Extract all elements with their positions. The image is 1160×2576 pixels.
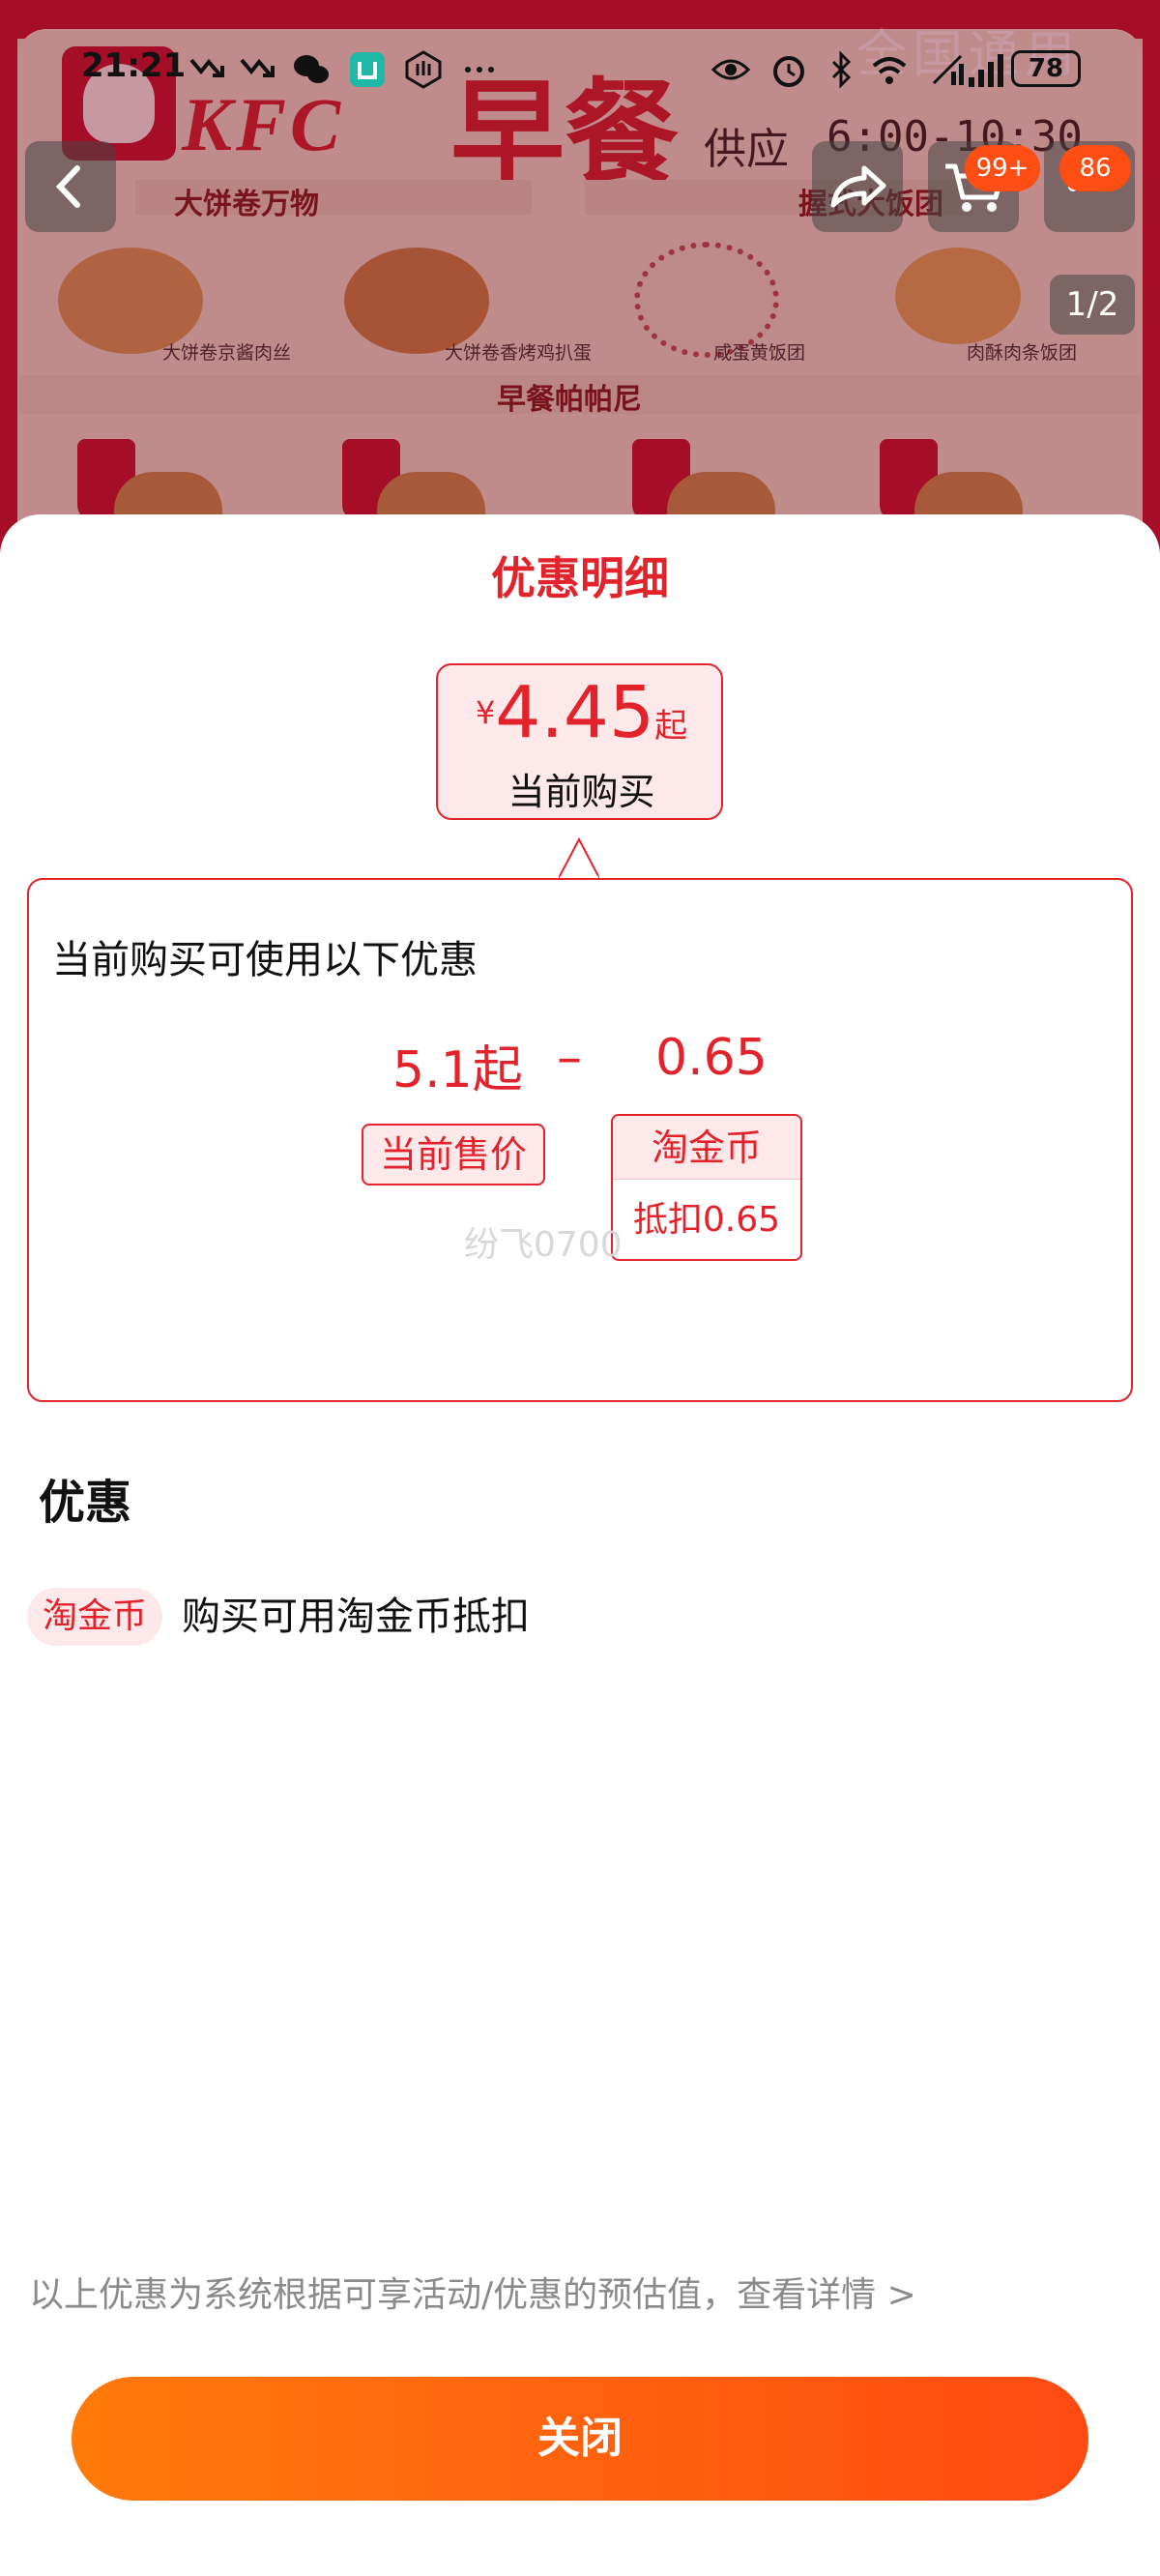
back-button[interactable] bbox=[25, 141, 116, 232]
section-title: 优惠 bbox=[39, 1476, 132, 1530]
bluetooth-icon bbox=[831, 50, 852, 89]
original-price-label: 当前售价 bbox=[362, 1124, 545, 1186]
current-price: ¥4.45起 bbox=[438, 671, 725, 754]
wifi-icon bbox=[872, 57, 907, 84]
more-badge: 86 bbox=[1059, 145, 1131, 191]
currency-symbol: ¥ bbox=[475, 694, 496, 731]
missed-call-icon bbox=[240, 58, 275, 77]
status-time: 21:21 bbox=[81, 46, 187, 85]
discount-chip-amount: 抵扣0.65 bbox=[632, 1200, 781, 1240]
watermark: 纷飞0700 bbox=[464, 1225, 623, 1265]
pointer-notch bbox=[559, 837, 599, 878]
signal-icon bbox=[969, 54, 1003, 87]
coupon-tag: 淘金币 bbox=[27, 1588, 163, 1646]
mi-home-icon bbox=[350, 52, 385, 87]
minus-operator: – bbox=[557, 1029, 582, 1087]
hand-icon bbox=[405, 50, 442, 89]
calculation-heading: 当前购买可使用以下优惠 bbox=[52, 938, 478, 982]
discount-value: 0.65 bbox=[655, 1029, 768, 1087]
chevron-left-icon bbox=[55, 165, 80, 208]
original-price-value: 5.1起 bbox=[392, 1041, 523, 1099]
price-label: 当前购买 bbox=[508, 771, 655, 813]
no-signal-icon bbox=[932, 54, 964, 85]
current-price-box: ¥4.45起 当前购买 bbox=[436, 663, 723, 820]
share-button[interactable] bbox=[812, 141, 903, 232]
wechat-icon bbox=[294, 55, 329, 83]
cart-badge: 99+ bbox=[965, 145, 1040, 191]
coupon-description: 购买可用淘金币抵扣 bbox=[182, 1595, 530, 1639]
eye-icon bbox=[711, 59, 750, 80]
price-amount: 4.45 bbox=[495, 671, 655, 754]
details-link[interactable]: 以上优惠为系统根据可享活动/优惠的预估值，查看详情 > bbox=[29, 2267, 916, 2317]
alarm-icon bbox=[773, 56, 804, 87]
status-bar: 21:21 78 bbox=[0, 46, 1160, 95]
price-suffix: 起 bbox=[654, 707, 688, 746]
close-button[interactable]: 关闭 bbox=[72, 2377, 1088, 2501]
battery-indicator: 78 bbox=[1011, 50, 1081, 87]
share-icon bbox=[830, 165, 886, 208]
discount-detail-sheet: 优惠明细 ¥4.45起 当前购买 当前购买可使用以下优惠 5.1起 – 0.65… bbox=[0, 514, 1160, 2576]
discount-chip: 淘金币 抵扣0.65 bbox=[611, 1114, 802, 1261]
discount-chip-title: 淘金币 bbox=[613, 1116, 800, 1180]
more-dots-icon bbox=[465, 67, 494, 73]
sheet-title: 优惠明细 bbox=[491, 552, 669, 604]
missed-call-icon bbox=[189, 58, 224, 77]
page-indicator: 1/2 bbox=[1050, 275, 1135, 335]
